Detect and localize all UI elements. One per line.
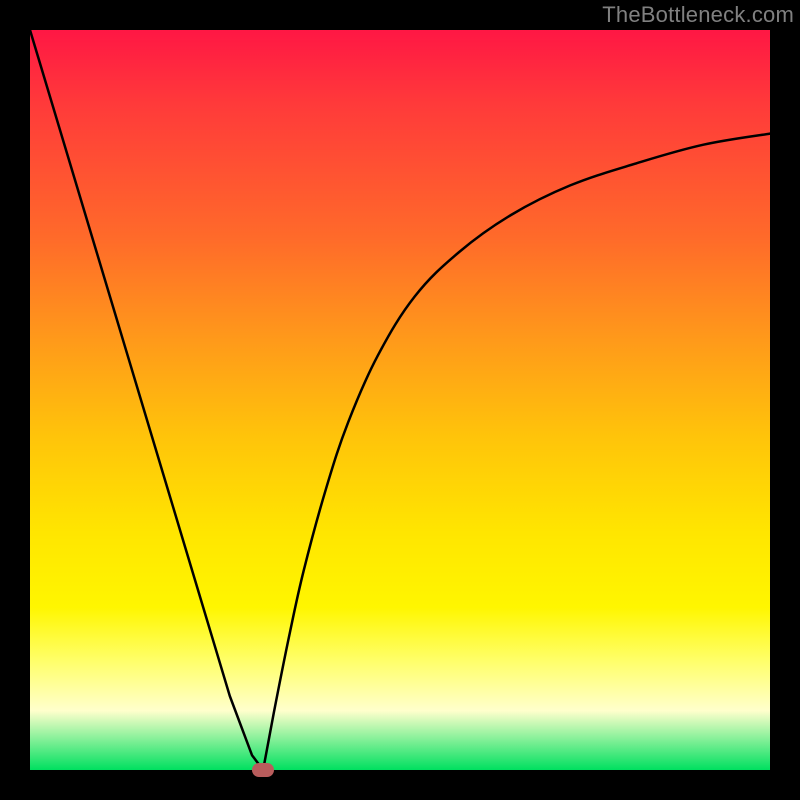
chart-frame: TheBottleneck.com [0, 0, 800, 800]
curve-svg [30, 30, 770, 770]
bottleneck-marker [252, 763, 274, 777]
plot-area [30, 30, 770, 770]
left-branch-path [30, 30, 263, 770]
right-branch-path [263, 134, 770, 770]
watermark-text: TheBottleneck.com [602, 2, 794, 28]
